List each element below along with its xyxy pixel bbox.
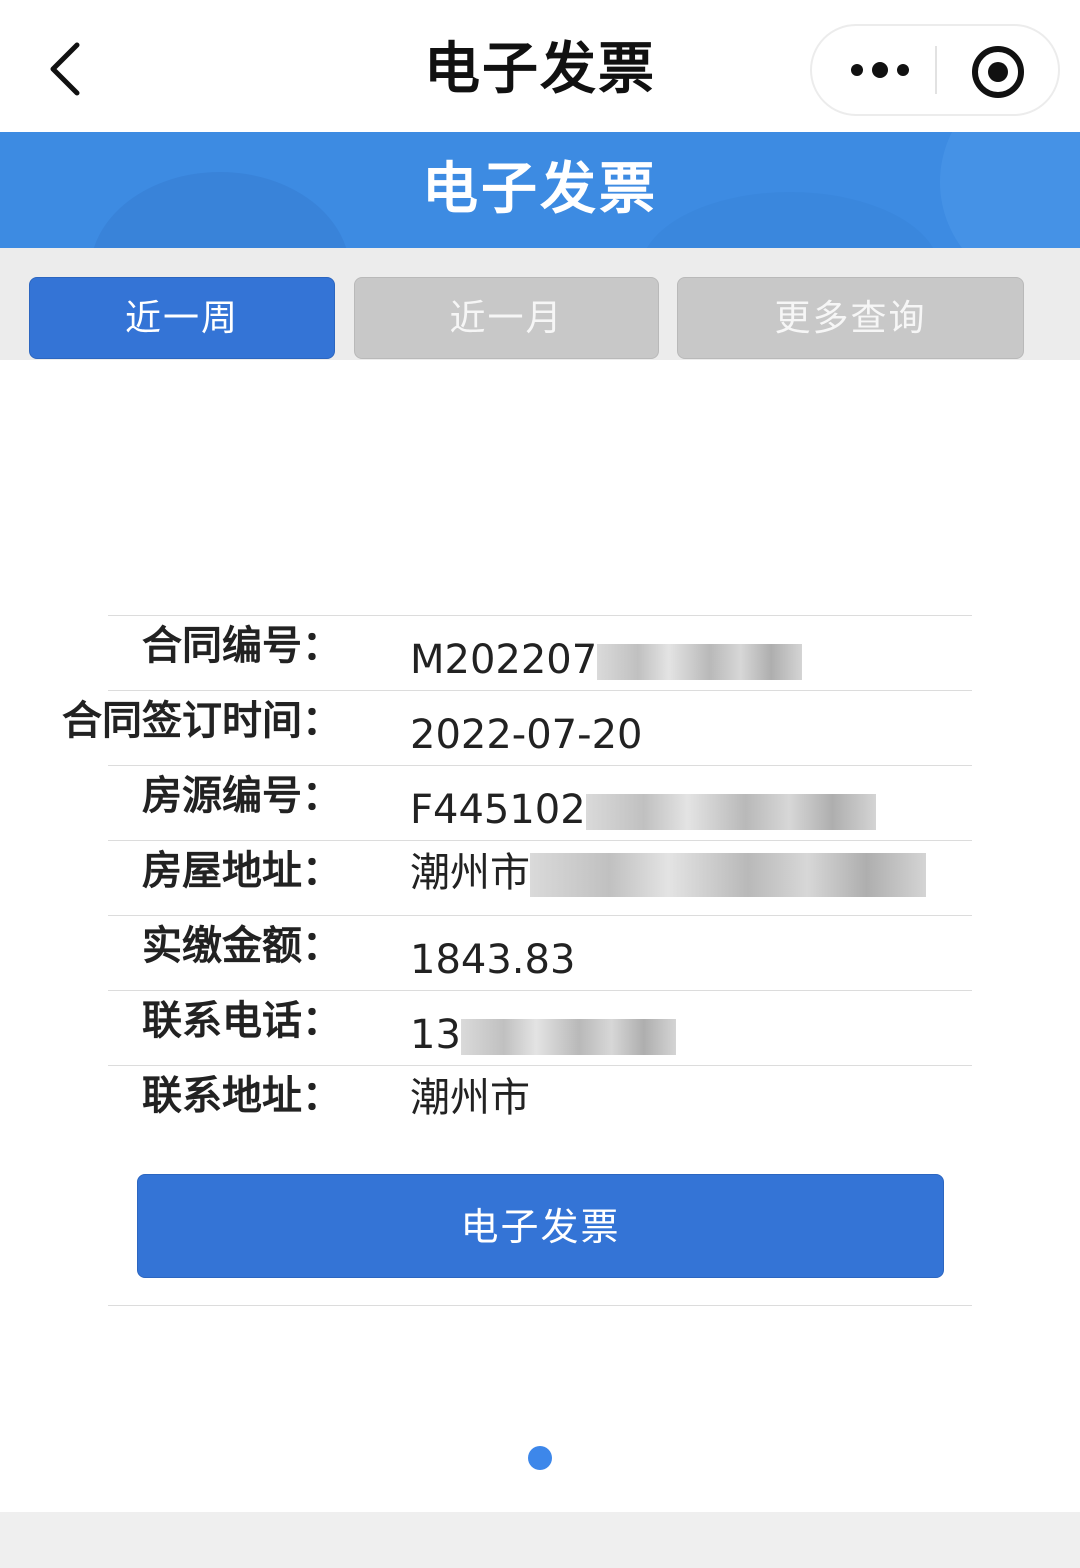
- more-dots-icon: [851, 64, 863, 76]
- house-no-label: 房源编号：: [142, 773, 342, 819]
- more-button[interactable]: [830, 26, 930, 114]
- capsule-divider: [935, 46, 937, 94]
- info-row-contract-no: 合同编号： M202207: [108, 615, 972, 690]
- header-banner: 电子发票: [0, 132, 1080, 248]
- sign-date-value: 2022-07-20: [410, 712, 643, 758]
- contract-no-label: 合同编号：: [142, 623, 342, 669]
- invoice-info-table: 合同编号： M202207 合同签订时间： 2022-07-20 房源编号： F…: [62, 615, 972, 1140]
- redacted-mask: [530, 853, 926, 897]
- info-row-sign-date: 合同签订时间： 2022-07-20: [62, 690, 972, 765]
- house-no-value: F445102: [410, 780, 876, 840]
- filter-tabbar: 近一周 近一月 更多查询: [0, 248, 1080, 360]
- info-row-house-no: 房源编号： F445102: [108, 765, 972, 840]
- footer-band: [0, 1512, 1080, 1568]
- paid-amount-label: 实缴金额：: [142, 923, 342, 969]
- info-row-house-address: 房屋地址： 潮州市: [108, 840, 972, 915]
- contract-no-text: M202207: [410, 637, 598, 683]
- house-address-label: 房屋地址：: [142, 848, 342, 894]
- redacted-mask: [597, 644, 803, 680]
- tab-last-week[interactable]: 近一周: [29, 277, 335, 359]
- sign-date-label: 合同签订时间：: [62, 698, 342, 744]
- tab-more-query[interactable]: 更多查询: [677, 277, 1024, 359]
- more-dots-icon-right: [897, 64, 909, 76]
- pager-indicator-dot[interactable]: [528, 1446, 552, 1470]
- more-dots-icon-center: [872, 62, 888, 78]
- e-invoice-button[interactable]: 电子发票: [137, 1174, 944, 1278]
- info-row-contact-address: 联系地址： 潮州市: [108, 1065, 972, 1140]
- contact-address-value: 潮州市: [410, 1075, 530, 1121]
- divider: [108, 1305, 972, 1306]
- phone-label: 联系电话：: [142, 998, 342, 1044]
- info-row-phone: 联系电话： 13: [108, 990, 972, 1065]
- redacted-mask: [460, 1019, 676, 1055]
- mini-program-capsule: [810, 24, 1060, 116]
- tab-last-month[interactable]: 近一月: [354, 277, 659, 359]
- banner-title: 电子发票: [422, 157, 658, 222]
- paid-amount-value: 1843.83: [410, 937, 576, 983]
- phone-text: 13: [410, 1012, 461, 1058]
- contact-address-label: 联系地址：: [142, 1073, 342, 1119]
- navbar: 电子发票: [0, 0, 1080, 132]
- info-row-paid-amount: 实缴金额： 1843.83: [108, 915, 972, 990]
- house-address-value: 潮州市: [410, 843, 926, 903]
- target-close-icon[interactable]: [972, 46, 1024, 98]
- redacted-mask: [585, 794, 876, 830]
- house-no-text: F445102: [410, 787, 586, 833]
- house-address-text: 潮州市: [410, 850, 530, 896]
- contract-no-value: M202207: [410, 630, 803, 690]
- phone-value: 13: [410, 1005, 676, 1065]
